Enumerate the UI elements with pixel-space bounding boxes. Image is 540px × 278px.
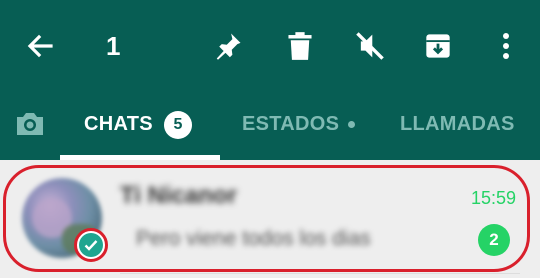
pin-button[interactable] [208, 28, 248, 64]
checkmark-icon [84, 240, 98, 251]
camera-tab[interactable] [12, 106, 48, 142]
chats-unread-badge: 5 [164, 111, 192, 139]
selected-check-badge [74, 228, 108, 262]
tab-chats[interactable]: CHATS [84, 104, 153, 144]
archive-icon [426, 34, 450, 58]
more-options-button[interactable] [494, 28, 518, 64]
unread-count-badge: 2 [478, 224, 510, 256]
contact-name: Ti Nicanor [120, 182, 237, 209]
message-time: 15:59 [470, 188, 516, 208]
pin-icon [216, 33, 241, 60]
app-bar: 1 CHATS 5 ESTADOS LLAMADAS [0, 0, 540, 160]
row-divider [120, 273, 520, 274]
delete-button[interactable] [282, 28, 318, 64]
delete-icon [288, 32, 312, 60]
back-icon [27, 34, 53, 58]
more-options-icon [503, 33, 509, 59]
selected-count: 1 [106, 31, 121, 61]
mute-button[interactable] [350, 28, 390, 64]
estados-new-dot [348, 121, 355, 128]
mute-icon [356, 32, 384, 60]
archive-button[interactable] [420, 28, 456, 64]
message-preview: Pero viene todos los dias [136, 227, 371, 250]
back-button[interactable] [22, 28, 58, 64]
tab-estados[interactable]: ESTADOS [242, 104, 339, 144]
camera-icon [17, 113, 43, 135]
tab-llamadas[interactable]: LLAMADAS [400, 104, 515, 144]
